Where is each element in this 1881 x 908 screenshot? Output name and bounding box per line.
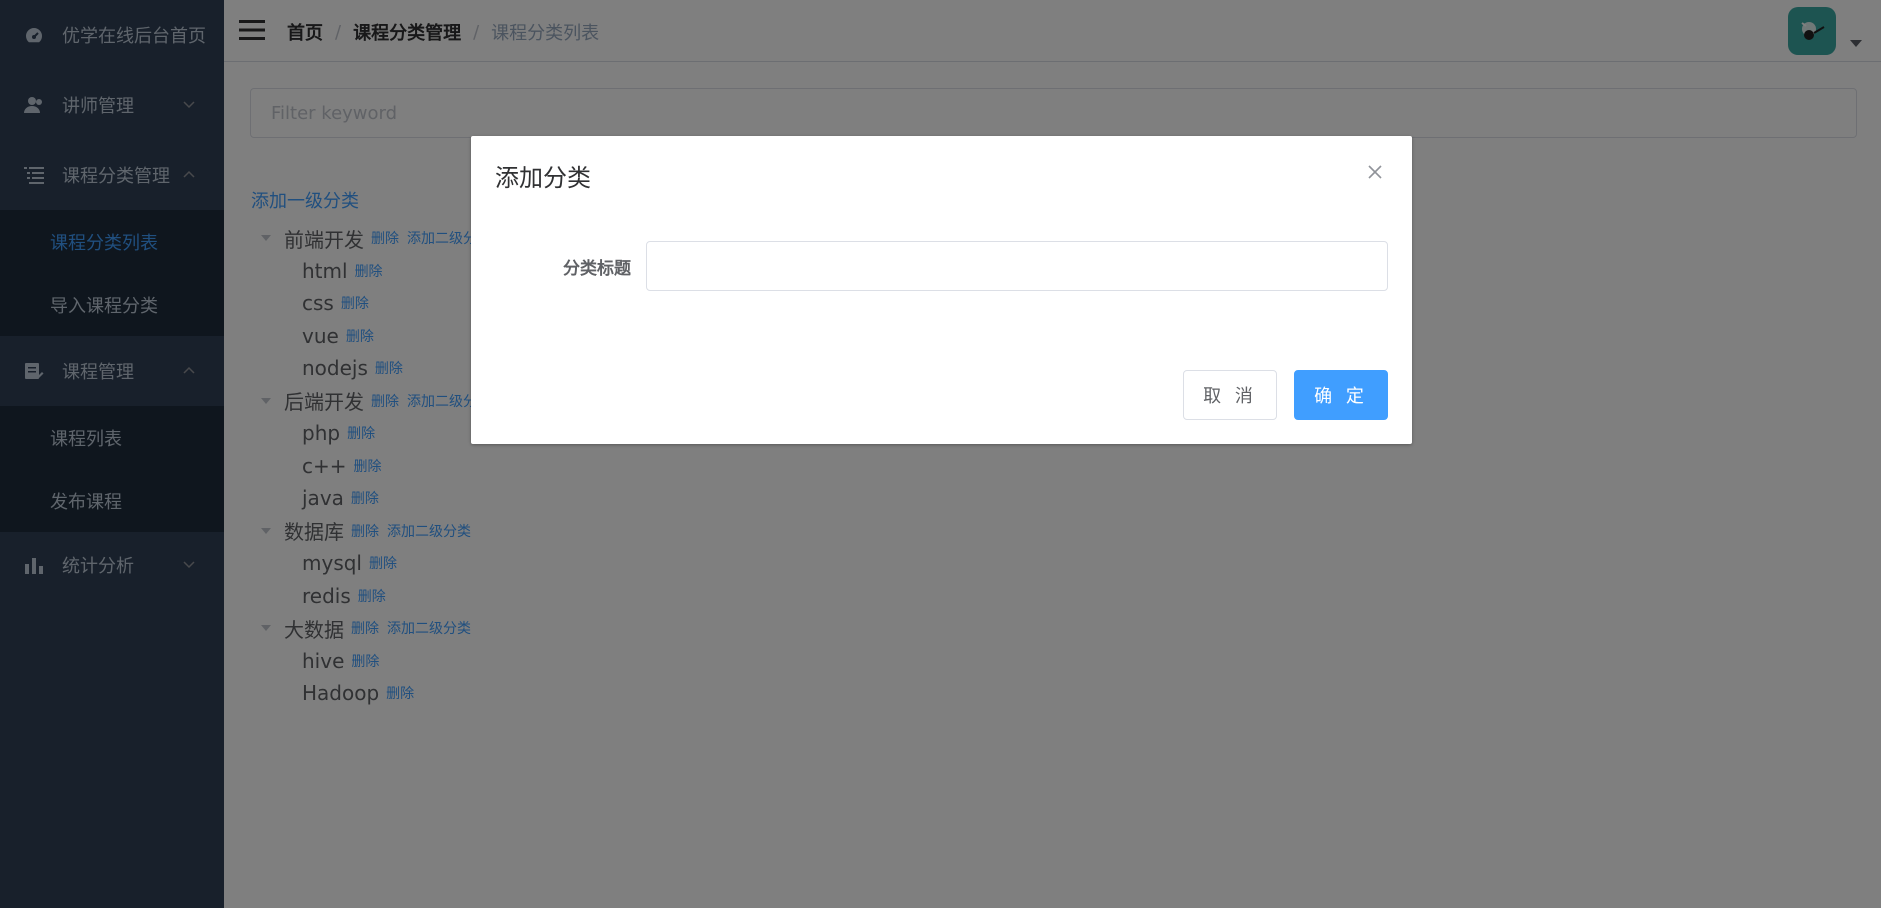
category-title-label: 分类标题 [563, 259, 631, 279]
cancel-button[interactable]: 取 消 [1183, 370, 1277, 420]
category-title-input[interactable] [646, 241, 1388, 291]
add-category-dialog: 添加分类 分类标题 取 消 确 定 [471, 136, 1412, 444]
confirm-button[interactable]: 确 定 [1294, 370, 1388, 420]
close-icon[interactable] [1367, 164, 1383, 180]
dialog-title: 添加分类 [495, 164, 591, 192]
